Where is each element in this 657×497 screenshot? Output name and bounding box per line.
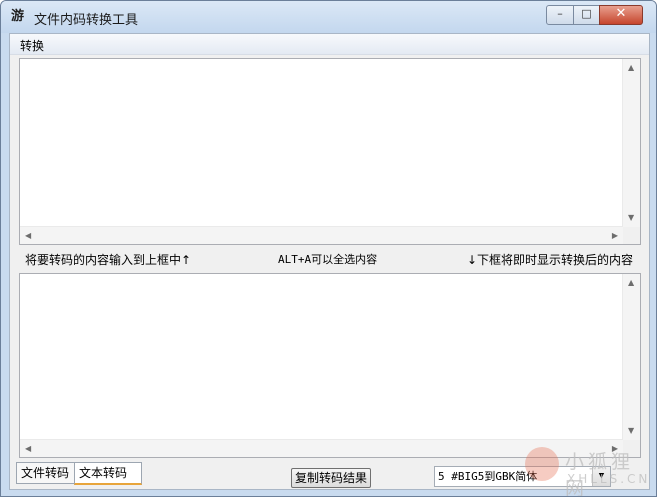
- tab-file-convert[interactable]: 文件转码: [16, 462, 80, 484]
- menu-item-convert[interactable]: 转换: [20, 37, 44, 54]
- copy-result-button[interactable]: 复制转码结果: [291, 468, 371, 488]
- client-area: 转换 ▲ ▼ ◀ ▶ 将要转码的内容输入到上框中↑ ALT+A可以全选内容 ↓下…: [9, 33, 650, 490]
- scroll-down-icon[interactable]: ▼: [628, 426, 634, 436]
- watermark-subtext: XHLLS.CN: [567, 472, 651, 486]
- close-button[interactable]: ✕: [599, 5, 643, 25]
- scroll-up-icon[interactable]: ▲: [628, 278, 634, 288]
- source-vertical-scrollbar[interactable]: ▲ ▼: [622, 59, 640, 227]
- minimize-button[interactable]: –: [546, 5, 574, 25]
- maximize-button[interactable]: □: [573, 5, 600, 25]
- scroll-up-icon[interactable]: ▲: [628, 63, 634, 73]
- window-title: 文件内码转换工具: [34, 13, 139, 28]
- maximize-icon: □: [581, 7, 592, 20]
- app-window: 游 文件内码转换工具 – □ ✕ 转换 ▲ ▼ ◀ ▶ 将要转码的内容输入到上框…: [0, 0, 657, 497]
- source-horizontal-scrollbar[interactable]: ◀ ▶: [20, 226, 623, 244]
- scroll-corner: [623, 227, 640, 244]
- scroll-right-icon[interactable]: ▶: [612, 231, 618, 241]
- scroll-left-icon[interactable]: ◀: [25, 444, 31, 454]
- scroll-down-icon[interactable]: ▼: [628, 213, 634, 223]
- tab-text-convert[interactable]: 文本转码: [74, 462, 142, 485]
- title-bar[interactable]: 游 文件内码转换工具 – □ ✕: [1, 1, 656, 33]
- hint-output: ↓下框将即时显示转换后的内容: [466, 253, 633, 267]
- minimize-icon: –: [557, 7, 563, 20]
- result-vertical-scrollbar[interactable]: ▲ ▼: [622, 274, 640, 440]
- hint-input: 将要转码的内容输入到上框中↑: [25, 253, 192, 267]
- watermark: 小狐狸网 XHLLS.CN: [521, 445, 656, 496]
- fox-logo-icon: [525, 447, 559, 481]
- hint-select-all: ALT+A可以全选内容: [278, 253, 378, 266]
- source-textarea[interactable]: ▲ ▼ ◀ ▶: [19, 58, 641, 245]
- app-logo-icon: 游: [11, 9, 25, 24]
- hint-row: 将要转码的内容输入到上框中↑ ALT+A可以全选内容 ↓下框将即时显示转换后的内…: [10, 248, 649, 268]
- close-icon: ✕: [615, 6, 627, 21]
- result-textarea[interactable]: ▲ ▼ ◀ ▶: [19, 273, 641, 458]
- scroll-left-icon[interactable]: ◀: [25, 231, 31, 241]
- menu-bar: 转换: [10, 34, 649, 55]
